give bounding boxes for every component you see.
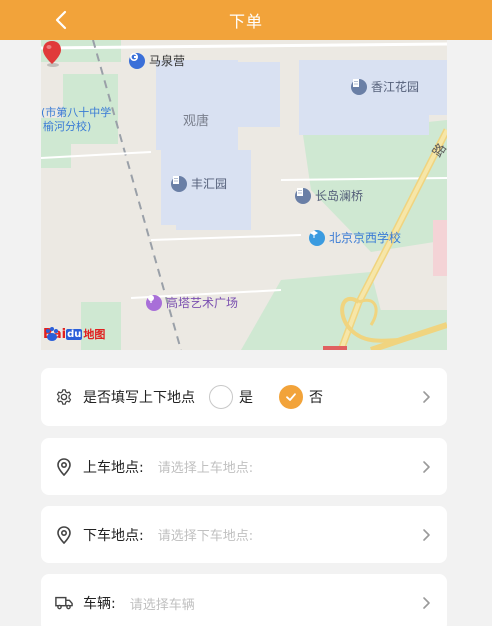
radio-no-label[interactable]: 否 [309, 387, 323, 407]
school-label[interactable]: (市第八十中学 榆河分校) [41, 106, 111, 134]
pickup-location-row[interactable]: 上车地点: 请选择上车地点: [41, 438, 447, 495]
chevron-left-icon [55, 10, 67, 30]
building-icon [295, 187, 311, 204]
poi-maquanying[interactable]: 马泉营 [129, 52, 185, 69]
gear-icon [55, 388, 73, 406]
school-label-line1: (市第八十中学 [41, 106, 112, 119]
building-icon [351, 78, 367, 95]
poi-label: 马泉营 [149, 54, 186, 68]
dropoff-location-row[interactable]: 下车地点: 请选择下车地点: [41, 506, 447, 563]
subway-icon [129, 52, 145, 69]
paw-icon [46, 327, 58, 341]
poi-xiangjiang[interactable]: 香江花园 [351, 78, 419, 95]
location-icon [55, 457, 73, 476]
pickup-label: 上车地点: [83, 459, 144, 476]
location-icon [55, 525, 73, 544]
chevron-right-icon [423, 460, 430, 473]
chevron-right-icon [423, 391, 430, 403]
poi-label: 香江花园 [371, 80, 420, 94]
app-header: 下单 [0, 0, 492, 40]
school-icon [309, 229, 325, 246]
fill-points-label: 是否填写上下地点 [83, 390, 195, 406]
truck-icon [55, 594, 73, 612]
map-view[interactable]: 观唐 (市第八十中学 榆河分校) 马泉营 香江花园 丰汇园 长岛澜桥 北京京西学… [41, 40, 447, 350]
checkmark-icon [286, 393, 296, 401]
pickup-input[interactable]: 请选择上车地点: [158, 457, 253, 476]
poi-jingxi[interactable]: 北京京西学校 [309, 229, 401, 246]
vehicle-label: 车辆: [83, 596, 116, 612]
radio-yes-label[interactable]: 是 [239, 387, 253, 407]
vehicle-input[interactable]: 请选择车辆 [130, 594, 195, 613]
poi-label: 长岛澜桥 [315, 189, 364, 203]
back-button[interactable] [50, 9, 72, 31]
chevron-right-icon [423, 528, 430, 541]
school-label-line2: 榆河分校) [43, 120, 92, 133]
poi-label: 丰汇园 [191, 177, 228, 191]
poi-label: 北京京西学校 [329, 231, 402, 245]
page-title: 下单 [228, 12, 263, 31]
radio-yes[interactable] [209, 385, 233, 409]
baidu-map-logo: Bai du 地图 [43, 326, 105, 342]
poi-fenghui[interactable]: 丰汇园 [171, 175, 227, 192]
park-icon [146, 294, 162, 311]
location-pin-icon [43, 41, 61, 67]
fill-points-radio-group: 是 否 [209, 385, 349, 409]
poi-label: 高塔艺术广场 [166, 296, 239, 310]
chevron-right-icon [423, 597, 430, 609]
poi-changdao[interactable]: 长岛澜桥 [295, 187, 363, 204]
fill-points-row[interactable]: 是否填写上下地点 是 否 [41, 368, 447, 426]
vehicle-row[interactable]: 车辆: 请选择车辆 [41, 574, 447, 626]
logo-text-du: du [66, 328, 83, 340]
radio-no[interactable] [279, 385, 303, 409]
dropoff-label: 下车地点: [83, 527, 144, 544]
dropoff-input[interactable]: 请选择下车地点: [158, 525, 253, 544]
building-icon [171, 175, 187, 192]
area-label-guantang: 观唐 [183, 114, 210, 129]
poi-gaota[interactable]: 高塔艺术广场 [146, 294, 238, 311]
logo-text-map: 地图 [83, 328, 106, 341]
